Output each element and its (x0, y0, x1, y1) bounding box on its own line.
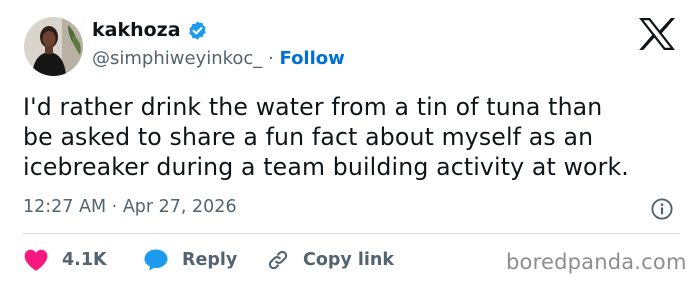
separator-dot: · (268, 48, 274, 69)
tweet-date: Apr 27, 2026 (122, 197, 237, 217)
watermark: boredpanda.com (506, 250, 687, 274)
separator-dot: · (111, 197, 118, 217)
display-name-row[interactable]: kakhoza (92, 19, 208, 41)
divider (23, 233, 679, 234)
x-logo-icon[interactable] (638, 17, 676, 51)
speech-bubble-icon (143, 248, 169, 272)
display-name[interactable]: kakhoza (92, 19, 181, 41)
avatar[interactable] (24, 17, 83, 76)
heart-icon (23, 248, 49, 272)
avatar-image (24, 17, 83, 76)
copy-link-button[interactable]: Copy link (266, 245, 394, 275)
follow-button[interactable]: Follow (280, 48, 345, 69)
reply-button[interactable]: Reply (143, 245, 237, 275)
link-icon (266, 248, 290, 272)
timestamp-row[interactable]: 12:27 AM · Apr 27, 2026 (23, 197, 237, 217)
tweet-text-line: I'd rather drink the water from a tin of… (23, 93, 603, 121)
info-icon[interactable] (650, 197, 674, 221)
handle[interactable]: @simphiweyinkoc_ (92, 48, 262, 69)
reply-label: Reply (182, 250, 238, 270)
handle-row: @simphiweyinkoc_ · Follow (92, 48, 345, 69)
tweet-time: 12:27 AM (23, 197, 107, 217)
verified-badge-icon (187, 20, 208, 41)
tweet-text-line: icebreaker during a team building activi… (23, 153, 629, 181)
tweet-text: I'd rather drink the water from a tin of… (23, 92, 688, 182)
like-button[interactable]: 4.1K (23, 245, 107, 275)
copy-link-label: Copy link (303, 250, 394, 270)
tweet-text-line: be asked to share a fun fact about mysel… (23, 123, 594, 151)
likes-count: 4.1K (62, 250, 107, 270)
